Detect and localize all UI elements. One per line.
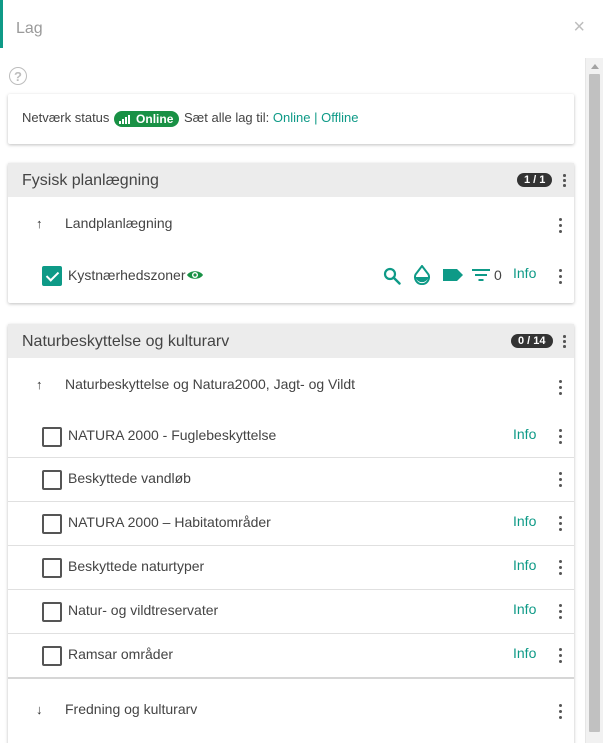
collapse-arrow-icon[interactable]: ↑ [36, 377, 43, 392]
subgroup-menu-icon[interactable] [559, 704, 563, 720]
layer-label: Kystnærhedszoner [68, 267, 186, 283]
layer-label: NATURA 2000 - Fuglebeskyttelse [68, 427, 277, 443]
layer-label: NATURA 2000 – Habitatområder [68, 514, 271, 530]
online-badge-label: Online [136, 111, 174, 126]
close-icon[interactable]: × [573, 16, 585, 39]
panel-title: Lag [16, 20, 43, 37]
eye-icon[interactable] [186, 269, 204, 281]
network-status-line: Netværk status Online Sæt alle lag til: … [22, 110, 358, 127]
info-link[interactable]: Info [513, 601, 536, 617]
filter-count: 0 [494, 267, 502, 283]
layer-menu-icon[interactable] [559, 472, 563, 488]
layer-menu-icon[interactable] [559, 269, 563, 285]
layer-row: Natur- og vildtreservater Info [8, 589, 574, 633]
layer-checkbox[interactable] [42, 514, 62, 534]
layer-row: NATURA 2000 – Habitatområder Info [8, 501, 574, 545]
subgroup-label: Fredning og kulturarv [65, 701, 198, 717]
layer-menu-icon[interactable] [559, 429, 563, 445]
group-header[interactable]: Naturbeskyttelse og kulturarv 0 / 14 [8, 324, 574, 358]
group-count-badge: 0 / 14 [511, 334, 553, 348]
layer-row: Beskyttede vandløb [8, 457, 574, 501]
link-separator: | [314, 110, 318, 125]
layer-label: Ramsar områder [68, 646, 174, 662]
scrollbar[interactable] [585, 58, 603, 743]
subgroup-label: Naturbeskyttelse og Natura2000, Jagt- og… [65, 376, 356, 392]
set-all-label: Sæt alle lag til: [184, 110, 270, 125]
search-icon[interactable] [383, 267, 401, 285]
info-link[interactable]: Info [513, 265, 536, 281]
layer-checkbox[interactable] [42, 646, 62, 666]
scrollbar-thumb[interactable] [589, 74, 600, 732]
layer-checkbox[interactable] [42, 558, 62, 578]
panel-header: Lag × [0, 0, 603, 59]
layer-row: Beskyttede naturtyper Info [8, 545, 574, 589]
scroll-up-arrow-icon[interactable] [591, 64, 599, 69]
group-header[interactable]: Fysisk planlægning 1 / 1 [8, 163, 574, 197]
layer-checkbox[interactable] [42, 427, 62, 447]
layer-label: Natur- og vildtreservater [68, 602, 219, 618]
layer-row: Kystnærhedszoner 0 Info [8, 252, 574, 302]
layer-menu-icon[interactable] [559, 516, 563, 532]
subgroup-menu-icon[interactable] [559, 380, 563, 396]
info-link[interactable]: Info [513, 513, 536, 529]
group-title: Fysisk planlægning [22, 172, 159, 189]
info-link[interactable]: Info [513, 557, 536, 573]
layer-row: NATURA 2000 - Fuglebeskyttelse Info [8, 413, 574, 457]
set-all-online-link[interactable]: Online [273, 110, 311, 125]
layer-label: Beskyttede vandløb [68, 470, 191, 486]
filter-icon[interactable] [472, 269, 490, 281]
help-icon[interactable]: ? [9, 67, 27, 85]
header-accent-bar [0, 0, 3, 48]
info-link[interactable]: Info [513, 645, 536, 661]
layer-checkbox[interactable] [42, 470, 62, 490]
group-menu-icon[interactable] [563, 335, 567, 351]
network-status-card: Netværk status Online Sæt alle lag til: … [8, 94, 574, 144]
network-status-label: Netværk status [22, 110, 110, 125]
online-badge: Online [114, 110, 180, 127]
signal-icon [119, 114, 133, 124]
opacity-icon[interactable] [413, 265, 431, 285]
expand-arrow-icon[interactable]: ↓ [36, 702, 43, 717]
layer-checkbox[interactable] [42, 602, 62, 622]
label-tag-icon[interactable] [442, 268, 464, 282]
layer-row: Ramsar områder Info [8, 633, 574, 677]
group-title: Naturbeskyttelse og kulturarv [22, 333, 230, 350]
layer-menu-icon[interactable] [559, 648, 563, 664]
subgroup-menu-icon[interactable] [559, 218, 563, 234]
group-naturbeskyttelse-og-kulturarv: Naturbeskyttelse og kulturarv 0 / 14 ↑ N… [8, 324, 574, 743]
layer-checkbox[interactable] [42, 266, 62, 286]
collapse-arrow-icon[interactable]: ↑ [36, 216, 43, 231]
layer-label: Beskyttede naturtyper [68, 558, 205, 574]
subgroup-naturbeskyttelse[interactable]: ↑ Naturbeskyttelse og Natura2000, Jagt- … [8, 358, 574, 413]
subgroup-landplanlaegning[interactable]: ↑ Landplanlægning [8, 197, 574, 252]
subgroup-fredning-og-kulturarv[interactable]: ↓ Fredning og kulturarv [8, 679, 574, 739]
group-count-badge: 1 / 1 [517, 173, 553, 187]
group-fysisk-planlaegning: Fysisk planlægning 1 / 1 ↑ Landplanlægni… [8, 163, 574, 303]
group-menu-icon[interactable] [563, 174, 567, 190]
info-link[interactable]: Info [513, 426, 536, 442]
layer-menu-icon[interactable] [559, 604, 563, 620]
layer-list: ? Netværk status Online Sæt alle lag til… [0, 58, 585, 743]
subgroup-label: Landplanlægning [65, 215, 173, 231]
layer-menu-icon[interactable] [559, 560, 563, 576]
set-all-offline-link[interactable]: Offline [321, 110, 358, 125]
